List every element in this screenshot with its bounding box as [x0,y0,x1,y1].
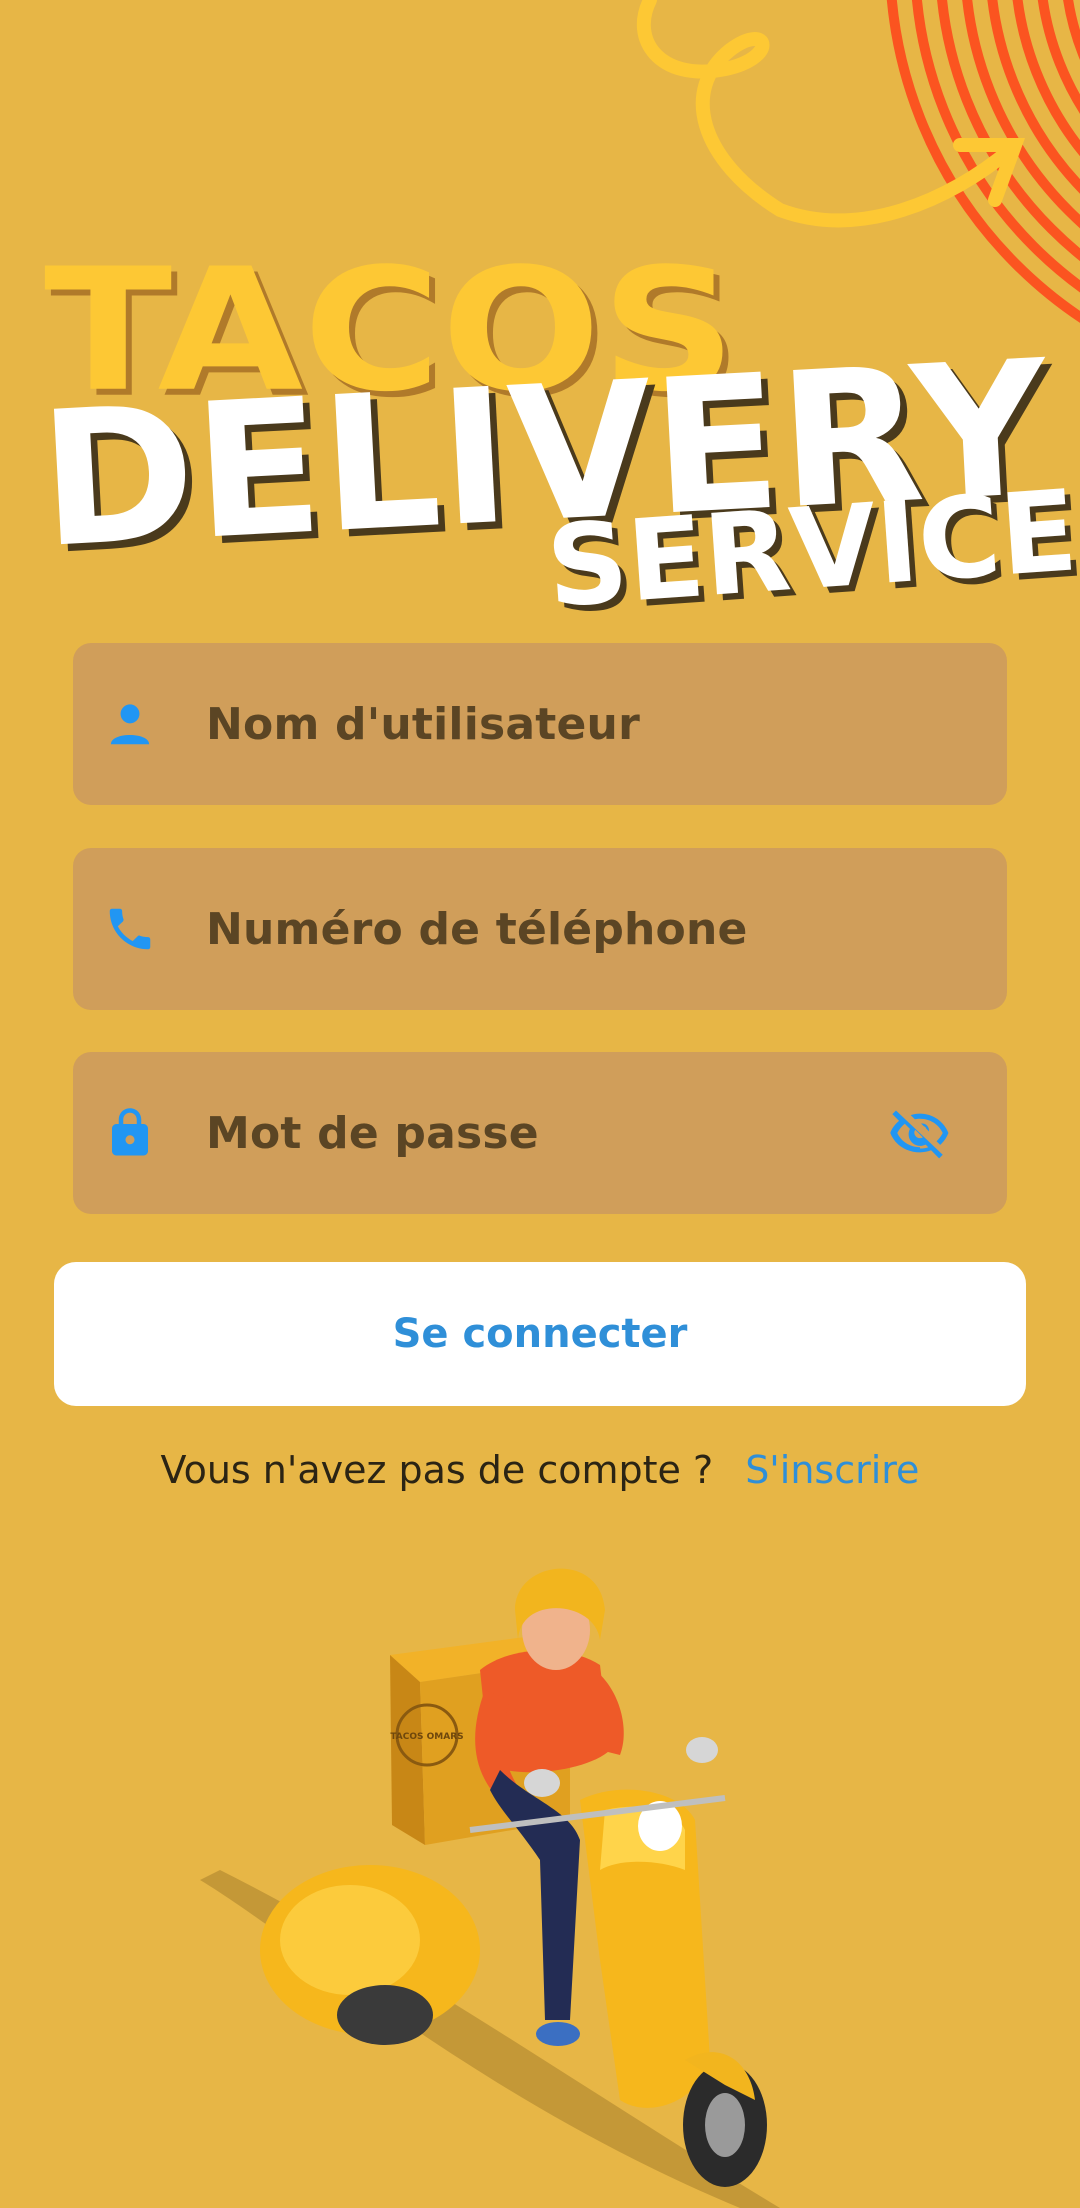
login-button[interactable]: Se connecter [54,1262,1026,1406]
eye-off-icon[interactable] [889,1102,951,1164]
hero-title: TACOS TACOS DELIVERY DELIVERY SERVICE SE… [35,233,1080,639]
rider-shoe [536,2022,580,2046]
password-field[interactable]: Mot de passe [73,1052,1007,1214]
password-placeholder: Mot de passe [206,1107,539,1159]
person-icon [110,704,150,745]
phone-placeholder: Numéro de téléphone [206,903,748,955]
signup-row: Vous n'avez pas de compte ? S'inscrire [0,1440,1080,1500]
phone-field[interactable]: Numéro de téléphone [73,848,1007,1010]
phone-icon [109,908,151,950]
rear-wheel [337,1985,433,2045]
no-account-text: Vous n'avez pas de compte ? [160,1448,714,1492]
left-mirror [524,1769,560,1797]
box-logo-text: TACOS OMARS [390,1732,463,1742]
delivery-rider-illustration: TACOS OMARS [200,1568,780,2208]
lock-icon [112,1108,148,1156]
right-mirror [686,1737,718,1763]
signup-link[interactable]: S'inscrire [745,1448,919,1492]
username-field[interactable]: Nom d'utilisateur [73,643,1007,805]
username-placeholder: Nom d'utilisateur [206,698,640,750]
